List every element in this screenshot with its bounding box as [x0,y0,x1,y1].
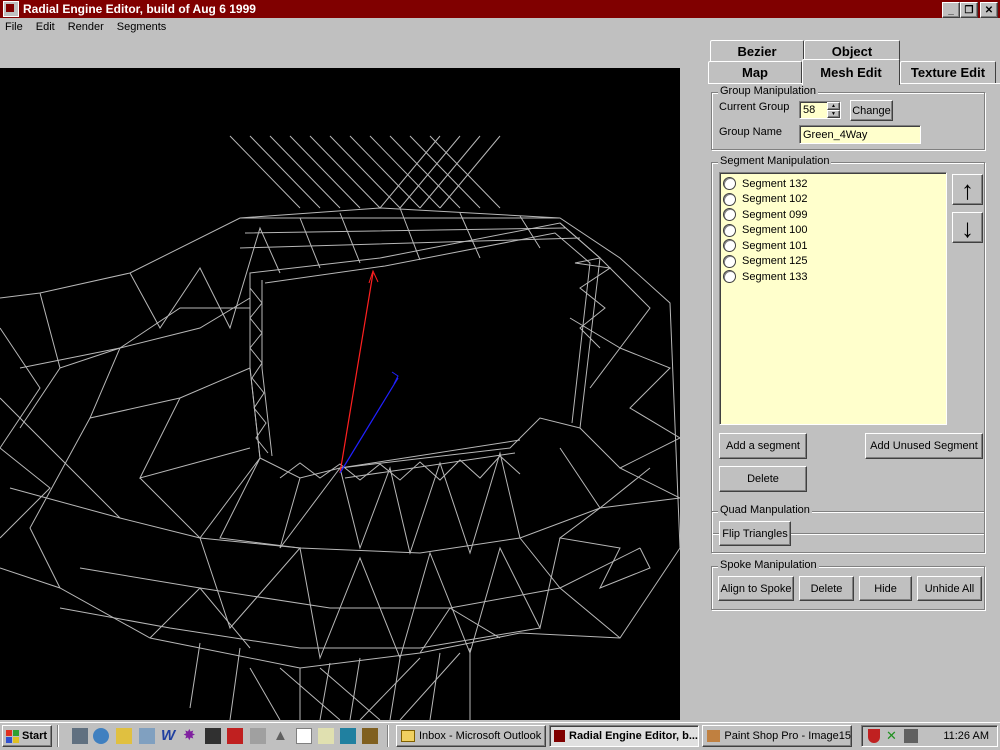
align-to-spoke-button[interactable]: Align to Spoke [718,576,794,601]
flip-triangles-button[interactable]: Flip Triangles [719,521,791,546]
list-item[interactable]: Segment 132 [720,176,946,192]
scroll-icon[interactable] [318,728,334,744]
system-tray: ✕ 11:26 AM [861,725,998,747]
menu-segments[interactable]: Segments [117,21,167,33]
move-down-button[interactable]: ↓ [952,212,983,243]
radio-button[interactable] [723,177,736,191]
group-manipulation-panel: Group Manipulation Current Group 58 ▲ ▼ … [711,85,985,150]
app-icon [3,1,19,17]
browser-icon[interactable] [93,728,109,744]
outlook-icon [401,730,415,742]
segment-manipulation-title: Segment Manipulation [718,155,832,167]
add-segment-button[interactable]: Add a segment [719,433,807,459]
editor-icon [554,730,566,742]
tab-texture-edit[interactable]: Texture Edit [900,61,996,83]
list-item[interactable]: Segment 133 [720,269,946,285]
spoke-manipulation-title: Spoke Manipulation [718,559,819,571]
current-group-spinner[interactable]: 58 ▲ ▼ [799,101,841,119]
unhide-all-button[interactable]: Unhide All [917,576,982,601]
segment-manipulation-panel: Segment Manipulation Segment 132 Segment… [711,155,985,534]
close-button[interactable]: ✕ [980,2,998,18]
start-button[interactable]: Start [2,725,52,747]
spin-up-button[interactable]: ▲ [827,102,840,110]
axis-blue [339,377,399,474]
hide-button[interactable]: Hide [859,576,912,601]
minimize-button[interactable]: _ [942,2,960,18]
maximize-button[interactable]: ❐ [960,2,978,18]
segment-list[interactable]: Segment 132 Segment 102 Segment 099 Segm… [719,172,947,425]
tool-icon[interactable] [205,728,221,744]
menu-render[interactable]: Render [68,21,104,33]
pen-icon[interactable] [250,728,266,744]
menu-edit[interactable]: Edit [36,21,55,33]
move-up-button[interactable]: ↑ [952,174,983,205]
spoke-manipulation-panel: Spoke Manipulation Align to Spoke Delete… [711,559,985,610]
app-icon-red[interactable] [227,728,243,744]
quicklaunch-icon[interactable] [72,728,88,744]
group-name-label: Group Name [719,126,782,138]
signal-icon[interactable]: ✕ [886,729,900,743]
delete-spoke-button[interactable]: Delete [799,576,854,601]
3d-viewport[interactable] [0,68,680,720]
task-outlook[interactable]: Inbox - Microsoft Outlook [396,725,546,747]
list-item[interactable]: Segment 102 [720,192,946,208]
start-label: Start [22,730,48,742]
paint-icon [707,730,721,742]
arrow-up-icon: ↑ [961,174,974,205]
radio-button[interactable] [723,223,736,237]
word-icon[interactable]: W [161,728,177,744]
radio-button[interactable] [723,270,736,284]
current-group-label: Current Group [719,101,790,113]
radio-button[interactable] [723,254,736,268]
quad-manipulation-panel: Quad Manpulation Flip Triangles [711,504,985,553]
clock: 11:26 AM [943,730,989,742]
radio-button[interactable] [723,192,736,206]
axis-red [339,272,374,474]
tab-mesh-edit[interactable]: Mesh Edit [802,59,900,85]
list-item[interactable]: Segment 100 [720,223,946,239]
search-icon[interactable] [116,728,132,744]
list-item[interactable]: Segment 101 [720,238,946,254]
wireframe-mesh [0,135,680,720]
right-panel: Bezier Object Map Mesh Edit Texture Edit… [708,38,1000,722]
task-radial-editor[interactable]: Radial Engine Editor, b... [549,725,699,747]
monitor-icon[interactable] [340,728,356,744]
quad-manipulation-title: Quad Manpulation [718,504,812,516]
window-title: Radial Engine Editor, build of Aug 6 199… [23,2,256,16]
spin-down-button[interactable]: ▼ [827,110,840,118]
windows-logo-icon [6,729,19,743]
shield-icon[interactable] [868,729,880,743]
arrow-down-icon: ↓ [961,212,974,243]
group-manipulation-title: Group Manipulation [718,85,819,97]
network-icon[interactable] [139,728,155,744]
bottle-icon[interactable] [362,728,378,744]
radio-button[interactable] [723,239,736,253]
notepad-icon[interactable] [296,728,312,744]
tab-map[interactable]: Map [708,61,802,83]
title-bar: Radial Engine Editor, build of Aug 6 199… [0,0,1000,18]
list-item[interactable]: Segment 125 [720,254,946,270]
cone-icon[interactable]: ▲ [273,728,289,744]
speaker-icon[interactable] [904,729,918,743]
change-button[interactable]: Change [850,100,893,121]
delete-segment-button[interactable]: Delete [719,466,807,492]
menu-file[interactable]: File [5,21,23,33]
group-name-field[interactable]: Green_4Way [799,125,921,144]
menu-bar: File Edit Render Segments [0,18,1000,36]
add-unused-segment-button[interactable]: Add Unused Segment [865,433,983,459]
star-icon[interactable]: ✸ [183,728,199,744]
task-paint-shop[interactable]: Paint Shop Pro - Image15 [702,725,852,747]
tab-bezier[interactable]: Bezier [710,40,804,62]
list-item[interactable]: Segment 099 [720,207,946,223]
radio-button[interactable] [723,208,736,222]
